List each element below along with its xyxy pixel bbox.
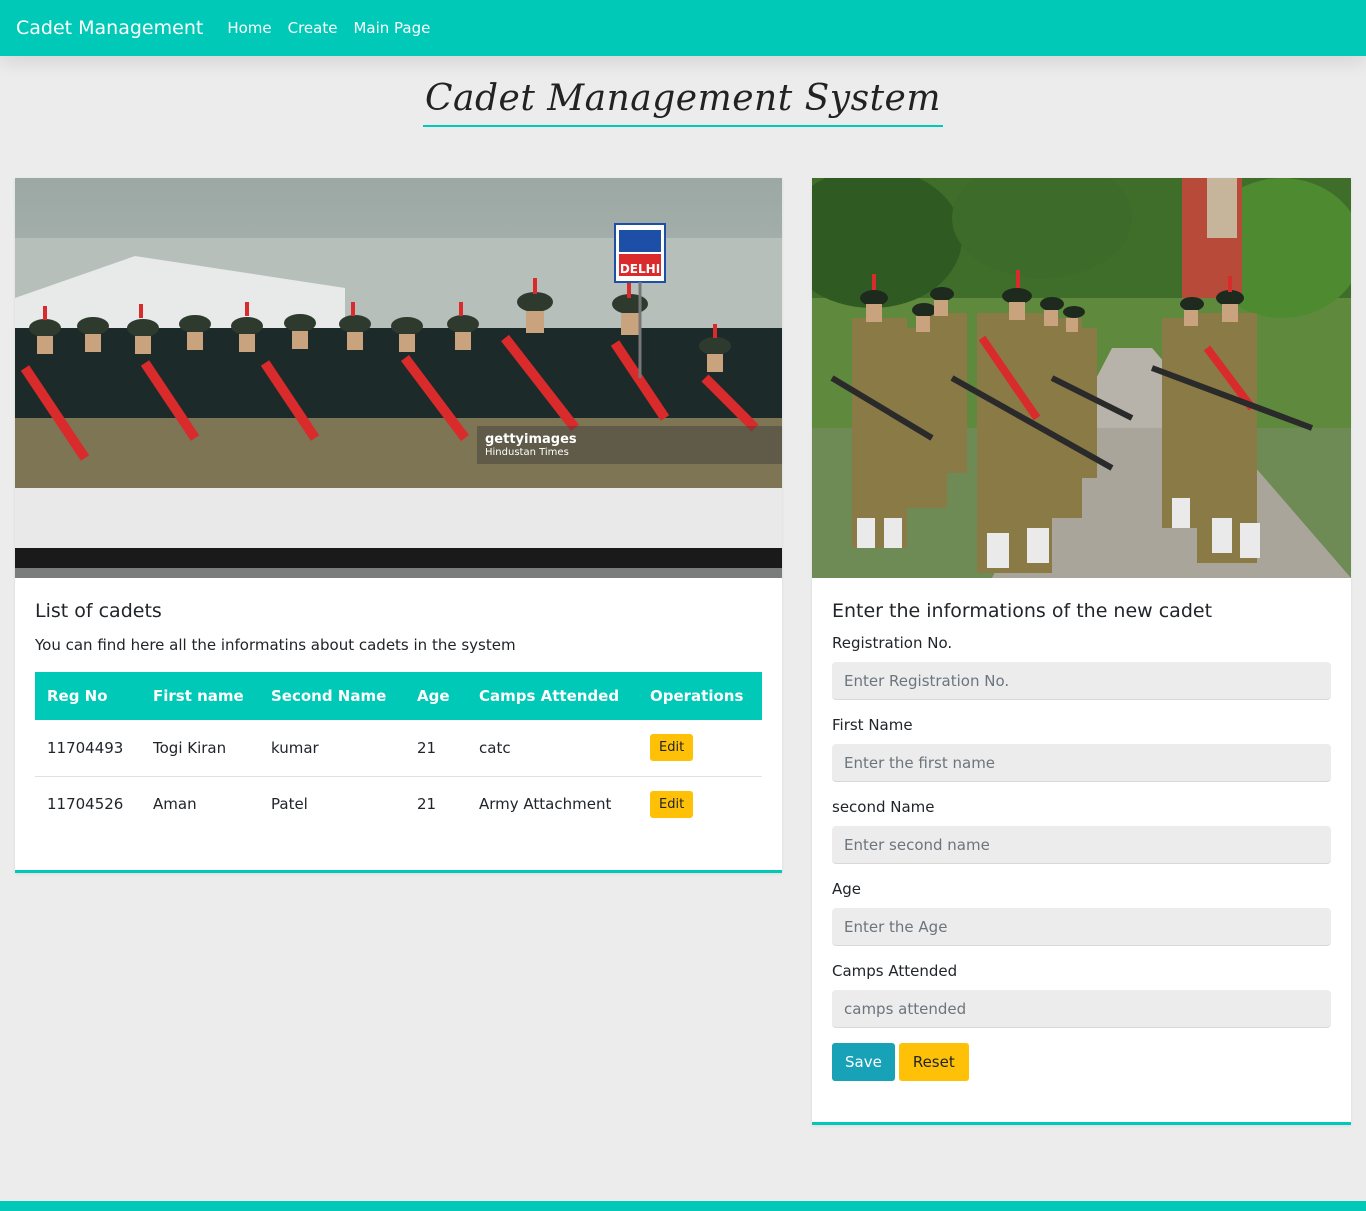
- col-first-name: First name: [153, 687, 244, 705]
- first-name-group: First Name: [832, 716, 1331, 782]
- watermark-brand: gettyimages: [485, 432, 577, 447]
- nav-create-link[interactable]: Create: [288, 19, 338, 37]
- rifle-march-photo-illustration: [812, 178, 1351, 578]
- first-name-input[interactable]: [832, 744, 1331, 782]
- edit-button[interactable]: Edit: [650, 734, 694, 762]
- edit-button[interactable]: Edit: [650, 790, 694, 818]
- cell-first-name: Togi Kiran: [141, 720, 259, 777]
- nav-main-page-link[interactable]: Main Page: [353, 19, 430, 37]
- page-title: Cadet Management System: [422, 78, 943, 127]
- age-input[interactable]: [832, 908, 1331, 946]
- table-row: 11704526 Aman Patel 21 Army Attachment E…: [35, 776, 762, 832]
- cell-age: 21: [417, 795, 437, 814]
- age-group: Age: [832, 880, 1331, 946]
- watermark-sub: Hindustan Times: [485, 447, 569, 458]
- cadet-list-title: List of cadets: [35, 600, 162, 622]
- cell-camps: catc: [467, 720, 638, 777]
- page-title-wrap: Cadet Management System: [0, 78, 1366, 127]
- cadet-table: Reg No First name Second Name Age Camps …: [35, 672, 762, 832]
- reset-button[interactable]: Reset: [898, 1043, 969, 1081]
- parade-photo-illustration: DELHI: [15, 178, 782, 578]
- parade-photo: DELHI gettyimages Hindustan Times: [15, 178, 782, 578]
- nav-home-link[interactable]: Home: [227, 19, 271, 37]
- cell-camps: Army Attachment: [479, 795, 612, 814]
- camps-label: Camps Attended: [832, 962, 958, 980]
- footer-bar: [0, 1201, 1366, 1211]
- reg-no-input[interactable]: [832, 662, 1331, 700]
- svg-text:DELHI: DELHI: [620, 262, 660, 276]
- rifle-march-photo: [812, 178, 1351, 578]
- cell-age: 21: [405, 720, 467, 777]
- age-label: Age: [832, 880, 862, 898]
- camps-group: Camps Attended: [832, 962, 1331, 1028]
- table-row: 11704493 Togi Kiran kumar 21 catc Edit: [35, 720, 762, 777]
- camps-input[interactable]: [832, 990, 1331, 1028]
- second-name-group: second Name: [832, 798, 1331, 864]
- cell-operations: Edit: [638, 776, 762, 832]
- col-reg-no: Reg No: [47, 687, 108, 705]
- new-cadet-form: Registration No. First Name second Name …: [832, 634, 1331, 1081]
- new-cadet-form-card: Enter the informations of the new cadet …: [812, 178, 1351, 1125]
- save-button[interactable]: Save: [832, 1043, 895, 1081]
- cell-second-name: kumar: [259, 720, 405, 777]
- col-operations: Operations: [650, 687, 744, 705]
- form-actions: Save Reset: [832, 1043, 1331, 1081]
- second-name-label: second Name: [832, 798, 935, 816]
- col-camps: Camps Attended: [479, 687, 620, 705]
- cell-reg-no: 11704526: [47, 795, 124, 814]
- cell-first-name: Aman: [153, 795, 197, 814]
- col-second-name: Second Name: [271, 687, 387, 705]
- cadet-list-description: You can find here all the informatins ab…: [35, 636, 516, 654]
- reg-no-label: Registration No.: [832, 634, 953, 652]
- reg-no-group: Registration No.: [832, 634, 1331, 700]
- watermark-overlay: gettyimages Hindustan Times: [477, 426, 782, 464]
- cell-operations: Edit: [638, 720, 762, 777]
- brand-link[interactable]: Cadet Management: [16, 17, 203, 39]
- cell-reg-no: 11704493: [35, 720, 141, 777]
- new-cadet-form-title: Enter the informations of the new cadet: [832, 600, 1213, 622]
- cadet-list-card: DELHI gettyimages Hindustan Times List o…: [15, 178, 782, 873]
- first-name-label: First Name: [832, 716, 913, 734]
- top-navbar: Cadet Management Home Create Main Page: [0, 0, 1366, 56]
- second-name-input[interactable]: [832, 826, 1331, 864]
- cell-second-name: Patel: [271, 795, 308, 814]
- table-header-row: Reg No First name Second Name Age Camps …: [35, 672, 762, 720]
- cadet-list-body: List of cadets You can find here all the…: [15, 578, 782, 852]
- col-age: Age: [417, 687, 450, 705]
- new-cadet-form-body: Enter the informations of the new cadet …: [812, 578, 1351, 1101]
